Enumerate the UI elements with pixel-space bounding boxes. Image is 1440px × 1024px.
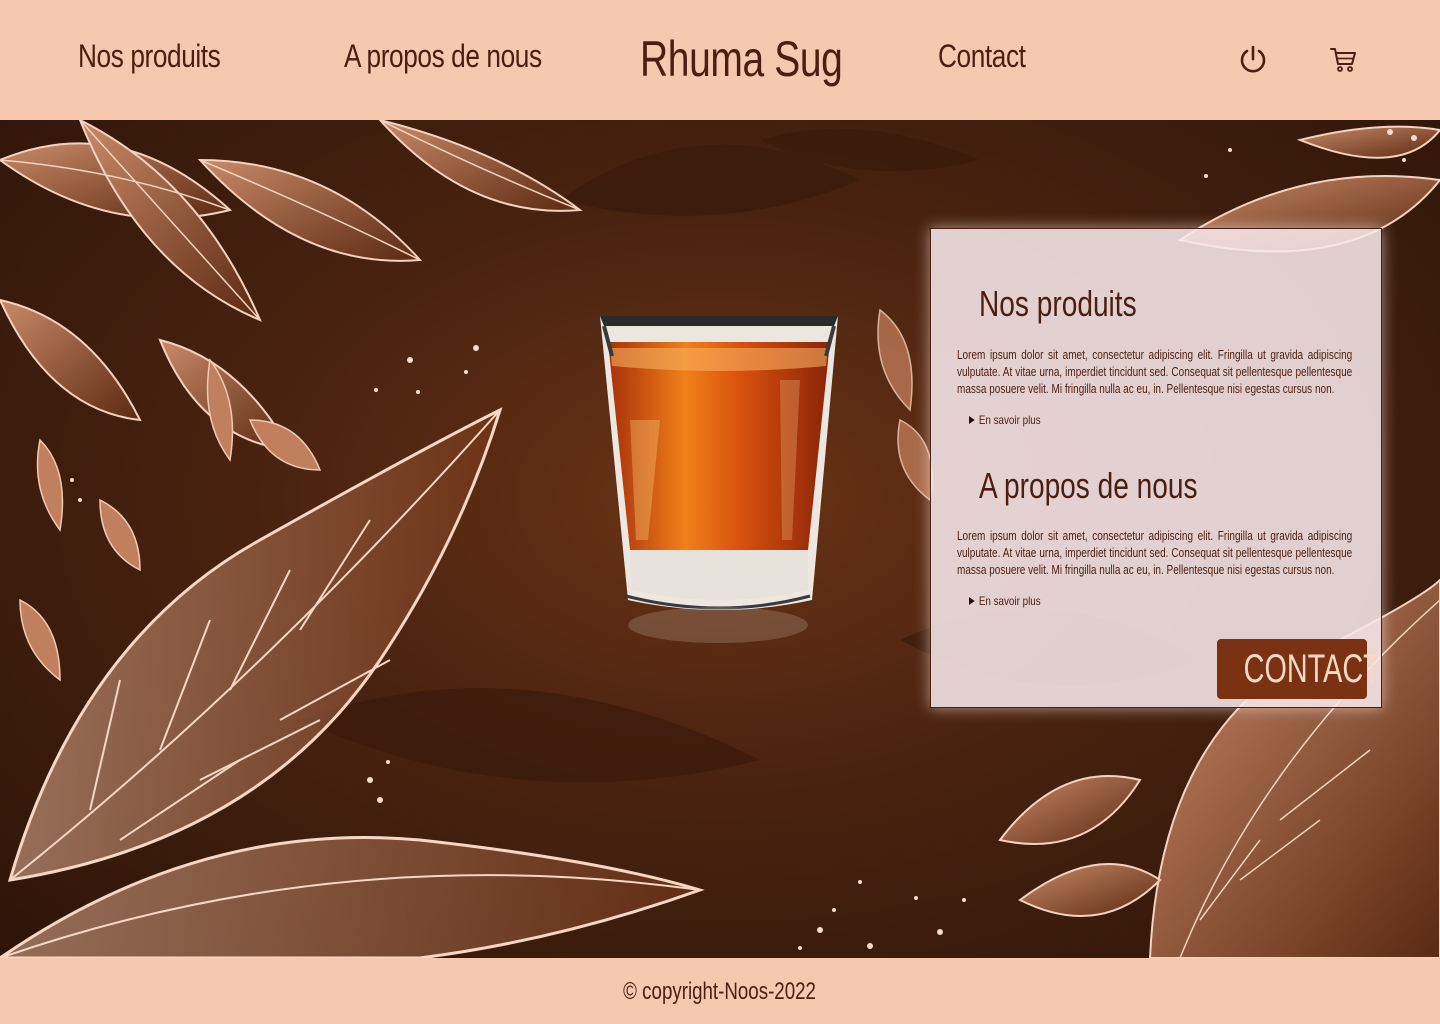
- nav-link-about[interactable]: A propos de nous: [344, 38, 542, 75]
- copyright-text: © copyright-Noos-2022: [623, 978, 817, 1005]
- learn-more-link-products[interactable]: En savoir plus: [969, 413, 1041, 427]
- contact-button[interactable]: CONTACT: [1217, 639, 1381, 699]
- section-text-about: Lorem ipsum dolor sit amet, consectetur …: [957, 529, 1353, 577]
- nav-link-products[interactable]: Nos produits: [78, 38, 221, 75]
- section-title-products: Nos produits: [979, 283, 1137, 324]
- section-title-about: A propos de nous: [979, 465, 1198, 506]
- cart-icon[interactable]: [1326, 42, 1360, 76]
- rum-glass-image: [600, 316, 838, 643]
- play-triangle-icon: [969, 416, 975, 424]
- nav-link-contact[interactable]: Contact: [938, 38, 1026, 75]
- site-footer: © copyright-Noos-2022: [0, 958, 1440, 1024]
- section-text-products: Lorem ipsum dolor sit amet, consectetur …: [957, 348, 1353, 396]
- power-icon[interactable]: [1236, 42, 1270, 76]
- play-triangle-icon: [969, 597, 975, 605]
- hero-banner: Nos produits Lorem ipsum dolor sit amet,…: [0, 120, 1440, 958]
- brand-logo[interactable]: Rhuma Sug: [640, 30, 843, 88]
- site-header: Nos produits A propos de nous Rhuma Sug …: [0, 0, 1440, 120]
- learn-more-link-about[interactable]: En savoir plus: [969, 594, 1041, 608]
- info-card: Nos produits Lorem ipsum dolor sit amet,…: [930, 228, 1382, 708]
